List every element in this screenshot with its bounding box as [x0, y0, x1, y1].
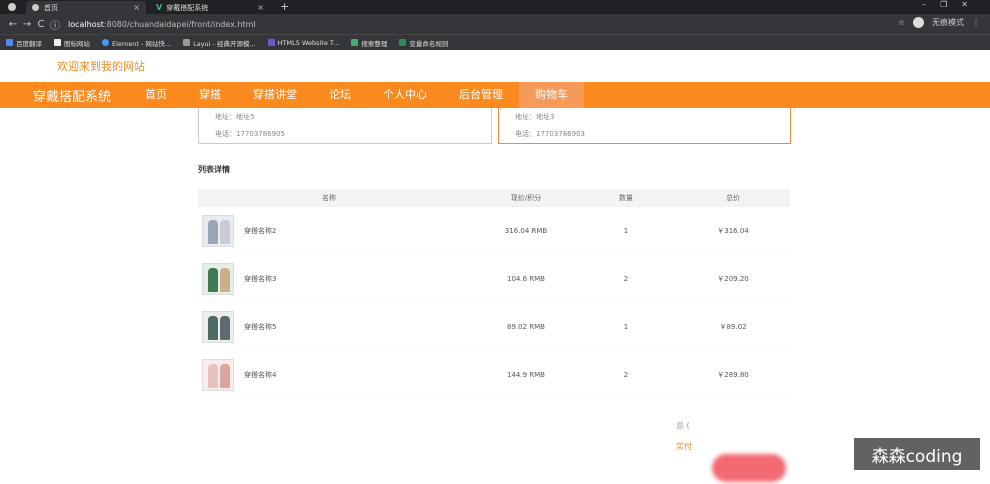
- header-qty: 数量: [619, 194, 633, 202]
- bookmark-item[interactable]: 百度翻译: [6, 38, 42, 48]
- site-brand[interactable]: 穿戴搭配系统: [33, 86, 111, 105]
- product-total: ￥209.20: [717, 274, 749, 283]
- product-price: 89.02 RMB: [507, 322, 545, 331]
- table-row[interactable]: 穿搭名称4 144.9 RMB 2 ￥289.80: [198, 351, 790, 399]
- outfit-figure: [208, 315, 218, 340]
- list-title: 列表详情: [198, 165, 230, 174]
- actual-pay-label: 实付: [676, 442, 692, 451]
- welcome-text: 欢迎来到我的网站: [57, 60, 145, 73]
- back-icon[interactable]: ←: [6, 19, 20, 30]
- phone-text: 电话：17703786905: [215, 130, 285, 138]
- table-header: 名称 现价/积分 数量 总价: [198, 189, 790, 207]
- close-tab-icon[interactable]: ×: [133, 3, 140, 12]
- vue-logo-icon: V: [156, 3, 163, 12]
- bookmark-item[interactable]: 变量命名规则: [399, 38, 448, 48]
- product-price: 104.6 RMB: [507, 274, 545, 283]
- header-price: 现价/积分: [510, 194, 542, 202]
- outfit-figure: [208, 219, 218, 244]
- product-name: 穿搭名称4: [244, 370, 277, 379]
- nav-home[interactable]: 首页: [129, 82, 183, 108]
- star-icon[interactable]: ☆: [898, 18, 905, 27]
- product-total: ￥289.80: [717, 370, 749, 379]
- globe-icon: [32, 4, 39, 11]
- product-total: ￥89.02: [719, 322, 747, 331]
- outfit-figure: [220, 219, 230, 244]
- total-summary: 总 (: [676, 421, 690, 430]
- info-icon[interactable]: ⓘ: [48, 17, 62, 32]
- cart-table: 名称 现价/积分 数量 总价 穿搭名称2 316.04 RMB 1 ￥316.0…: [198, 189, 790, 399]
- address-card[interactable]: 地址：地址5 电话：17703786905: [198, 108, 492, 144]
- forward-icon[interactable]: →: [20, 19, 34, 30]
- bookmarks-bar: 百度翻译 图标网站 Element - 网站快... Layui - 经典开源模…: [0, 34, 990, 50]
- product-thumbnail[interactable]: [202, 358, 234, 391]
- bookmark-icon: [54, 39, 61, 46]
- window-controls[interactable]: –❐✕: [922, 0, 982, 9]
- nav-cart[interactable]: 购物车: [519, 82, 585, 108]
- browser-tab-home[interactable]: 首页 ×: [26, 1, 146, 14]
- product-name: 穿搭名称3: [244, 274, 277, 283]
- outfit-figure: [208, 267, 218, 292]
- kebab-menu-icon[interactable]: ⋮: [972, 18, 980, 27]
- product-name: 穿搭名称2: [244, 226, 277, 235]
- main-nav: 穿戴搭配系统 首页 穿搭 穿搭讲堂 论坛 个人中心 后台管理 购物车: [0, 82, 990, 108]
- bookmark-item[interactable]: 图标网站: [54, 38, 90, 48]
- nav-admin[interactable]: 后台管理: [443, 82, 519, 108]
- address-card-selected[interactable]: 地址：地址3 电话：17703786903: [498, 108, 791, 144]
- product-thumbnail[interactable]: [202, 310, 234, 343]
- phone-text: 电话：17703786903: [515, 130, 585, 138]
- product-qty: 1: [623, 226, 629, 235]
- tab-label: 首页: [44, 3, 58, 12]
- product-price: 316.04 RMB: [504, 226, 548, 235]
- bookmark-icon: [399, 39, 407, 46]
- table-row[interactable]: 穿搭名称5 89.02 RMB 1 ￥89.02: [198, 303, 790, 351]
- address-bar-actions: ☆ 无痕模式 ⋮: [898, 17, 980, 28]
- bookmark-icon: [267, 39, 275, 46]
- bookmark-icon: [102, 39, 109, 46]
- address-text: 地址：地址5: [215, 113, 255, 121]
- bookmark-icon: [6, 39, 13, 46]
- product-price: 144.9 RMB: [507, 370, 545, 379]
- browser-tab-system[interactable]: V 穿戴搭配系统 ×: [150, 1, 270, 14]
- product-total: ￥316.04: [717, 226, 749, 235]
- bookmark-item[interactable]: Element - 网站快...: [102, 38, 171, 48]
- pay-button[interactable]: [712, 454, 786, 482]
- video-watermark: 森森coding: [854, 438, 980, 470]
- outfit-figure: [208, 363, 218, 388]
- bookmark-item[interactable]: 搜索整理: [351, 38, 387, 48]
- product-name: 穿搭名称5: [244, 322, 277, 331]
- address-text: 地址：地址3: [515, 113, 555, 121]
- nav-lectures[interactable]: 穿搭讲堂: [237, 82, 313, 108]
- avatar[interactable]: [913, 17, 924, 28]
- close-tab-icon[interactable]: ×: [257, 3, 264, 12]
- tab-label: 穿戴搭配系统: [166, 3, 209, 12]
- product-thumbnail[interactable]: [202, 262, 234, 295]
- table-row[interactable]: 穿搭名称3 104.6 RMB 2 ￥209.20: [198, 255, 790, 303]
- header-name: 名称: [322, 194, 336, 202]
- product-thumbnail[interactable]: [202, 214, 234, 247]
- url-field[interactable]: localhost:8080/chuandaidapei/front/index…: [68, 20, 256, 29]
- browser-tab-strip: 首页 × V 穿戴搭配系统 × + –❐✕: [0, 0, 990, 14]
- bookmark-item[interactable]: HTML5 Website T...: [267, 39, 339, 47]
- table-row[interactable]: 穿搭名称2 316.04 RMB 1 ￥316.04: [198, 207, 790, 255]
- outfit-figure: [220, 363, 230, 388]
- product-qty: 2: [623, 370, 629, 379]
- bookmark-icon: [183, 39, 191, 46]
- reload-icon[interactable]: C: [34, 19, 48, 30]
- bookmark-item[interactable]: Layui - 经典开源模...: [183, 38, 256, 48]
- nav-forum[interactable]: 论坛: [313, 82, 367, 108]
- outfit-figure: [220, 315, 230, 340]
- page-content: 欢迎来到我的网站 穿戴搭配系统 首页 穿搭 穿搭讲堂 论坛 个人中心 后台管理 …: [0, 50, 990, 484]
- nav-profile[interactable]: 个人中心: [367, 82, 443, 108]
- browser-menu-icon[interactable]: [8, 3, 16, 11]
- outfit-figure: [220, 267, 230, 292]
- address-bar-row: ← → C ⓘ localhost:8080/chuandaidapei/fro…: [0, 14, 990, 34]
- header-total: 总价: [726, 194, 740, 202]
- nav-outfits[interactable]: 穿搭: [183, 82, 237, 108]
- new-tab-icon[interactable]: +: [280, 0, 289, 13]
- product-qty: 1: [623, 322, 629, 331]
- product-qty: 2: [623, 274, 629, 283]
- bookmark-icon: [351, 39, 359, 46]
- profile-label[interactable]: 无痕模式: [932, 17, 964, 28]
